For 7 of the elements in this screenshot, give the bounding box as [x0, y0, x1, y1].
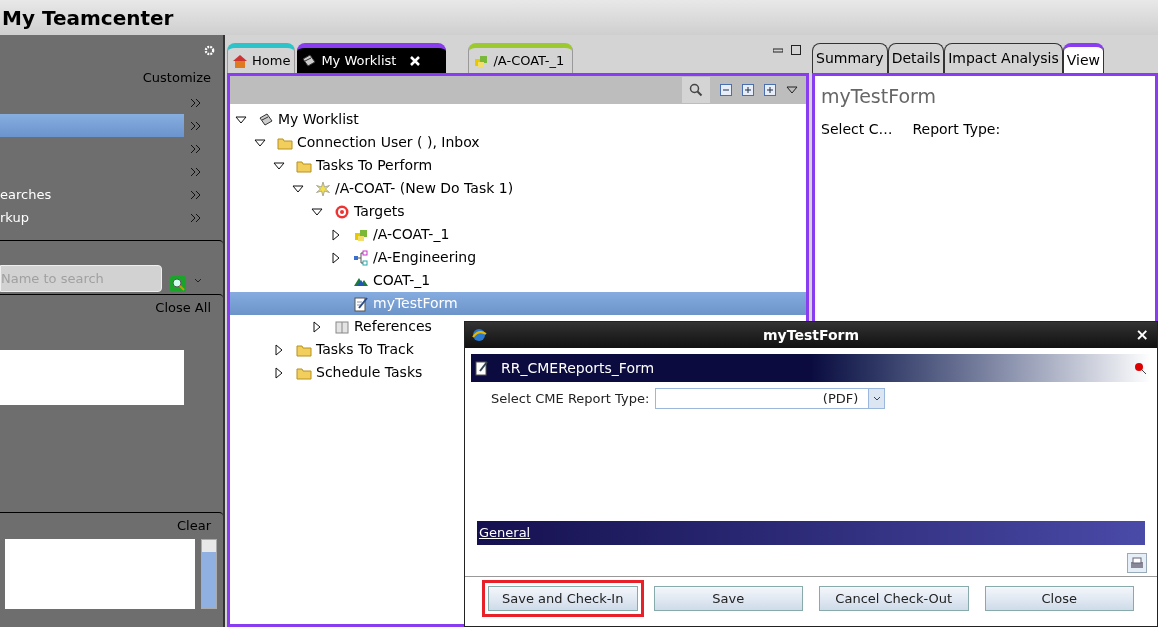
form-name: RR_CMEReports_Form [501, 358, 655, 378]
view-title: myTestForm [821, 84, 938, 109]
window-title: My Teamcenter [1, 4, 174, 32]
field-label: Select CME Report Type: [491, 389, 650, 408]
field-label: Select C… [821, 119, 893, 139]
dialog-title: myTestForm [763, 325, 859, 345]
field-label: Report Type: [912, 119, 1001, 139]
